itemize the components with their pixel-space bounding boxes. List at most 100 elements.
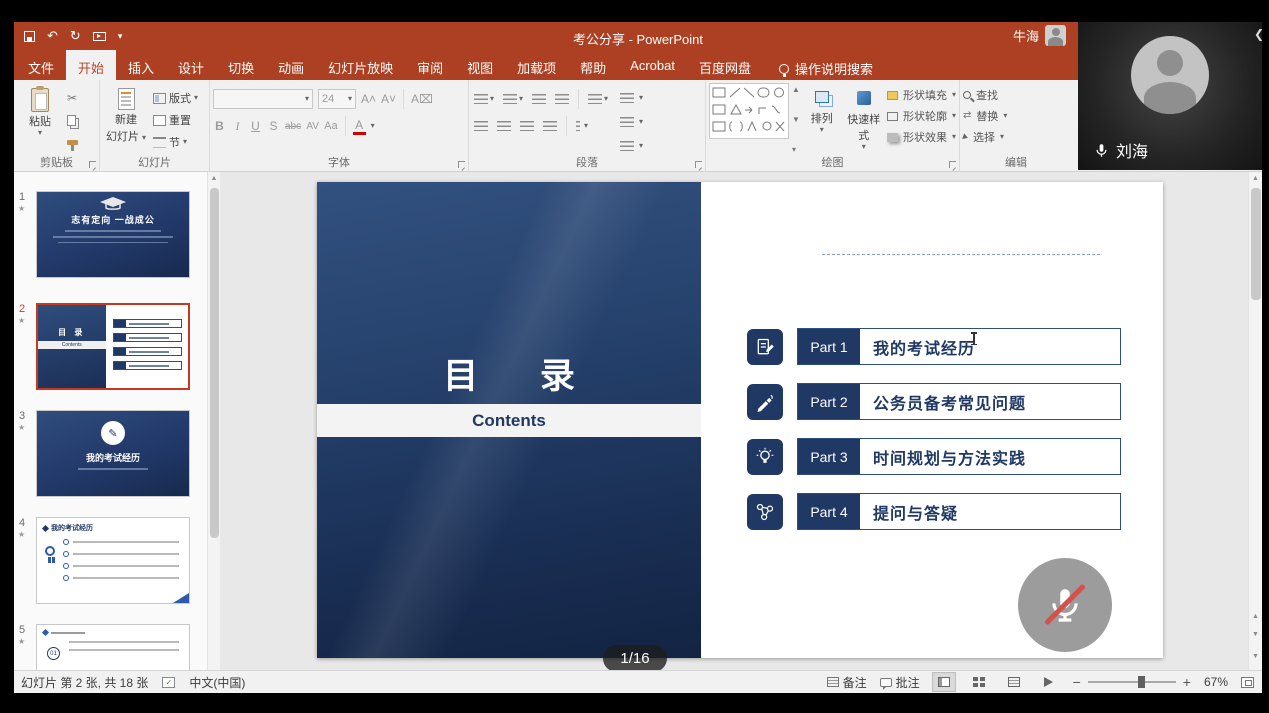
slide-thumbnail-1[interactable]: 志有定向 一战成公 [36, 191, 190, 278]
previous-slide-icon[interactable]: ▲ [1249, 610, 1262, 620]
slide-thumbnail-2-selected[interactable]: 目 录 Contents [36, 303, 190, 390]
tab-insert[interactable]: 插入 [116, 50, 166, 80]
scroll-down-icon[interactable]: ▼ [1249, 650, 1262, 660]
webcam-overlay[interactable]: 刘海 [1078, 22, 1262, 170]
zoom-out-button[interactable]: − [1073, 674, 1081, 690]
comments-toggle[interactable]: 批注 [880, 674, 920, 691]
tab-baidu-netdisk[interactable]: 百度网盘 [687, 50, 763, 80]
reading-view-button[interactable] [1003, 673, 1025, 691]
reset-button[interactable]: 重置 [151, 111, 200, 129]
language-indicator[interactable]: 中文(中国) [189, 674, 245, 691]
convert-smartart-button[interactable]: ▾ [620, 135, 643, 156]
grow-font-button[interactable]: A˄ [361, 92, 376, 106]
change-case-button[interactable]: Aa [324, 120, 337, 132]
font-color-button[interactable]: A [353, 118, 366, 135]
bold-button[interactable]: B [213, 119, 226, 133]
slide-thumbnail-5[interactable]: 01 [36, 624, 190, 670]
toc-part-row-1[interactable]: Part 1 我的考试经历 [747, 328, 1121, 365]
fit-to-window-icon[interactable] [1241, 677, 1254, 688]
columns-button[interactable]: ▾ [574, 120, 590, 132]
slide-sorter-view-button[interactable] [968, 673, 990, 691]
align-center-button[interactable] [495, 120, 513, 132]
zoom-percentage[interactable]: 67% [1204, 675, 1228, 689]
tab-addins[interactable]: 加载项 [505, 50, 568, 80]
toc-part-row-3[interactable]: Part 3 时间规划与方法实践 [747, 438, 1121, 475]
undo-icon[interactable]: ↶ [47, 28, 58, 44]
justify-button[interactable] [541, 120, 559, 132]
tab-transitions[interactable]: 切换 [216, 50, 266, 80]
collapse-panel-icon[interactable]: ❮ [1254, 27, 1264, 41]
bullets-button[interactable]: ▾ [472, 93, 496, 105]
clear-formatting-button[interactable]: A⌧ [411, 92, 433, 106]
strikethrough-button[interactable]: abc [285, 121, 301, 132]
slideshow-view-button[interactable] [1038, 673, 1060, 691]
slide-subtitle-band[interactable]: Contents [317, 404, 701, 437]
toc-part-row-4[interactable]: Part 4 提问与答疑 [747, 493, 1121, 530]
dialog-launcher-icon[interactable] [89, 161, 96, 168]
slide-thumbnail-4[interactable]: 我的考试经历 [36, 517, 190, 604]
thumbnail-scrollbar[interactable]: ▲ [207, 172, 220, 670]
tab-file[interactable]: 文件 [16, 50, 66, 80]
spell-check-icon[interactable]: ✓ [162, 677, 175, 688]
copy-button[interactable] [65, 111, 80, 129]
character-spacing-button[interactable]: AV [306, 121, 319, 132]
italic-button[interactable]: I [231, 119, 244, 134]
align-left-button[interactable] [472, 120, 490, 132]
new-slide-button[interactable]: 新建 幻灯片 ▾ [103, 83, 149, 156]
quick-styles-button[interactable]: 快速样式 ▾ [843, 83, 885, 156]
decrease-indent-button[interactable] [530, 93, 548, 105]
font-size-combo[interactable]: 24▾ [318, 89, 356, 109]
shapes-gallery[interactable] [709, 83, 789, 139]
tab-help[interactable]: 帮助 [568, 50, 618, 80]
zoom-in-button[interactable]: + [1183, 674, 1191, 690]
tab-slideshow[interactable]: 幻灯片放映 [316, 50, 405, 80]
line-spacing-button[interactable]: ▾ [586, 93, 610, 105]
arrange-button[interactable]: 排列 ▾ [803, 83, 841, 156]
slide-thumbnail-3[interactable]: ✎ 我的考试经历 [36, 410, 190, 497]
shape-effects-button[interactable]: 形状效果▾ [887, 129, 956, 145]
paste-button[interactable]: 粘贴 ▾ [17, 83, 63, 156]
save-icon[interactable] [24, 31, 35, 42]
dialog-launcher-icon[interactable] [695, 161, 702, 168]
select-button[interactable]: 选择▾ [963, 129, 1007, 144]
replace-button[interactable]: ⇄ 替换▾ [963, 108, 1007, 123]
start-slideshow-icon[interactable] [93, 32, 106, 41]
microphone-muted-button[interactable] [1018, 558, 1112, 652]
tell-me-search[interactable]: 操作说明搜索 [779, 50, 873, 80]
customize-qat-icon[interactable]: ▾ [118, 31, 123, 42]
layout-button[interactable]: 版式▾ [151, 89, 200, 107]
main-scrollbar[interactable]: ▲ ▲ ▼ ▼ [1248, 172, 1262, 670]
tab-acrobat[interactable]: Acrobat [618, 50, 687, 80]
account-chip[interactable]: 牛海 [1013, 25, 1066, 46]
numbering-button[interactable]: ▾ [501, 93, 525, 105]
find-button[interactable]: 查找 [963, 87, 1007, 102]
text-direction-button[interactable]: ▾ [620, 87, 643, 108]
dialog-launcher-icon[interactable] [458, 161, 465, 168]
font-name-combo[interactable]: ▾ [213, 89, 313, 109]
redo-icon[interactable]: ↻ [70, 28, 81, 44]
chevron-down-icon[interactable]: ▾ [371, 123, 375, 129]
scroll-up-icon[interactable]: ▲ [1249, 172, 1262, 182]
zoom-slider-thumb[interactable] [1138, 676, 1145, 688]
zoom-slider[interactable] [1088, 681, 1176, 683]
align-right-button[interactable] [518, 120, 536, 132]
shape-outline-button[interactable]: 形状轮廓▾ [887, 108, 956, 124]
tab-view[interactable]: 视图 [455, 50, 505, 80]
text-shadow-button[interactable]: S [267, 119, 280, 133]
scroll-up-icon[interactable]: ▲ [208, 172, 220, 182]
slide-title[interactable]: 目 录 [317, 348, 701, 399]
section-button[interactable]: 节▾ [151, 133, 200, 151]
scrollbar-thumb[interactable] [210, 188, 219, 538]
notes-toggle[interactable]: 备注 [827, 674, 867, 691]
underline-button[interactable]: U [249, 119, 262, 133]
tab-home[interactable]: 开始 [66, 50, 116, 80]
tab-animations[interactable]: 动画 [266, 50, 316, 80]
format-painter-button[interactable] [65, 133, 80, 151]
tab-design[interactable]: 设计 [166, 50, 216, 80]
shrink-font-button[interactable]: A˅ [381, 92, 396, 106]
cut-button[interactable]: ✂ [65, 89, 80, 107]
scrollbar-thumb[interactable] [1251, 188, 1261, 300]
normal-view-button[interactable] [933, 673, 955, 691]
dialog-launcher-icon[interactable] [949, 161, 956, 168]
gallery-more-icon[interactable]: ▾ [792, 145, 800, 154]
